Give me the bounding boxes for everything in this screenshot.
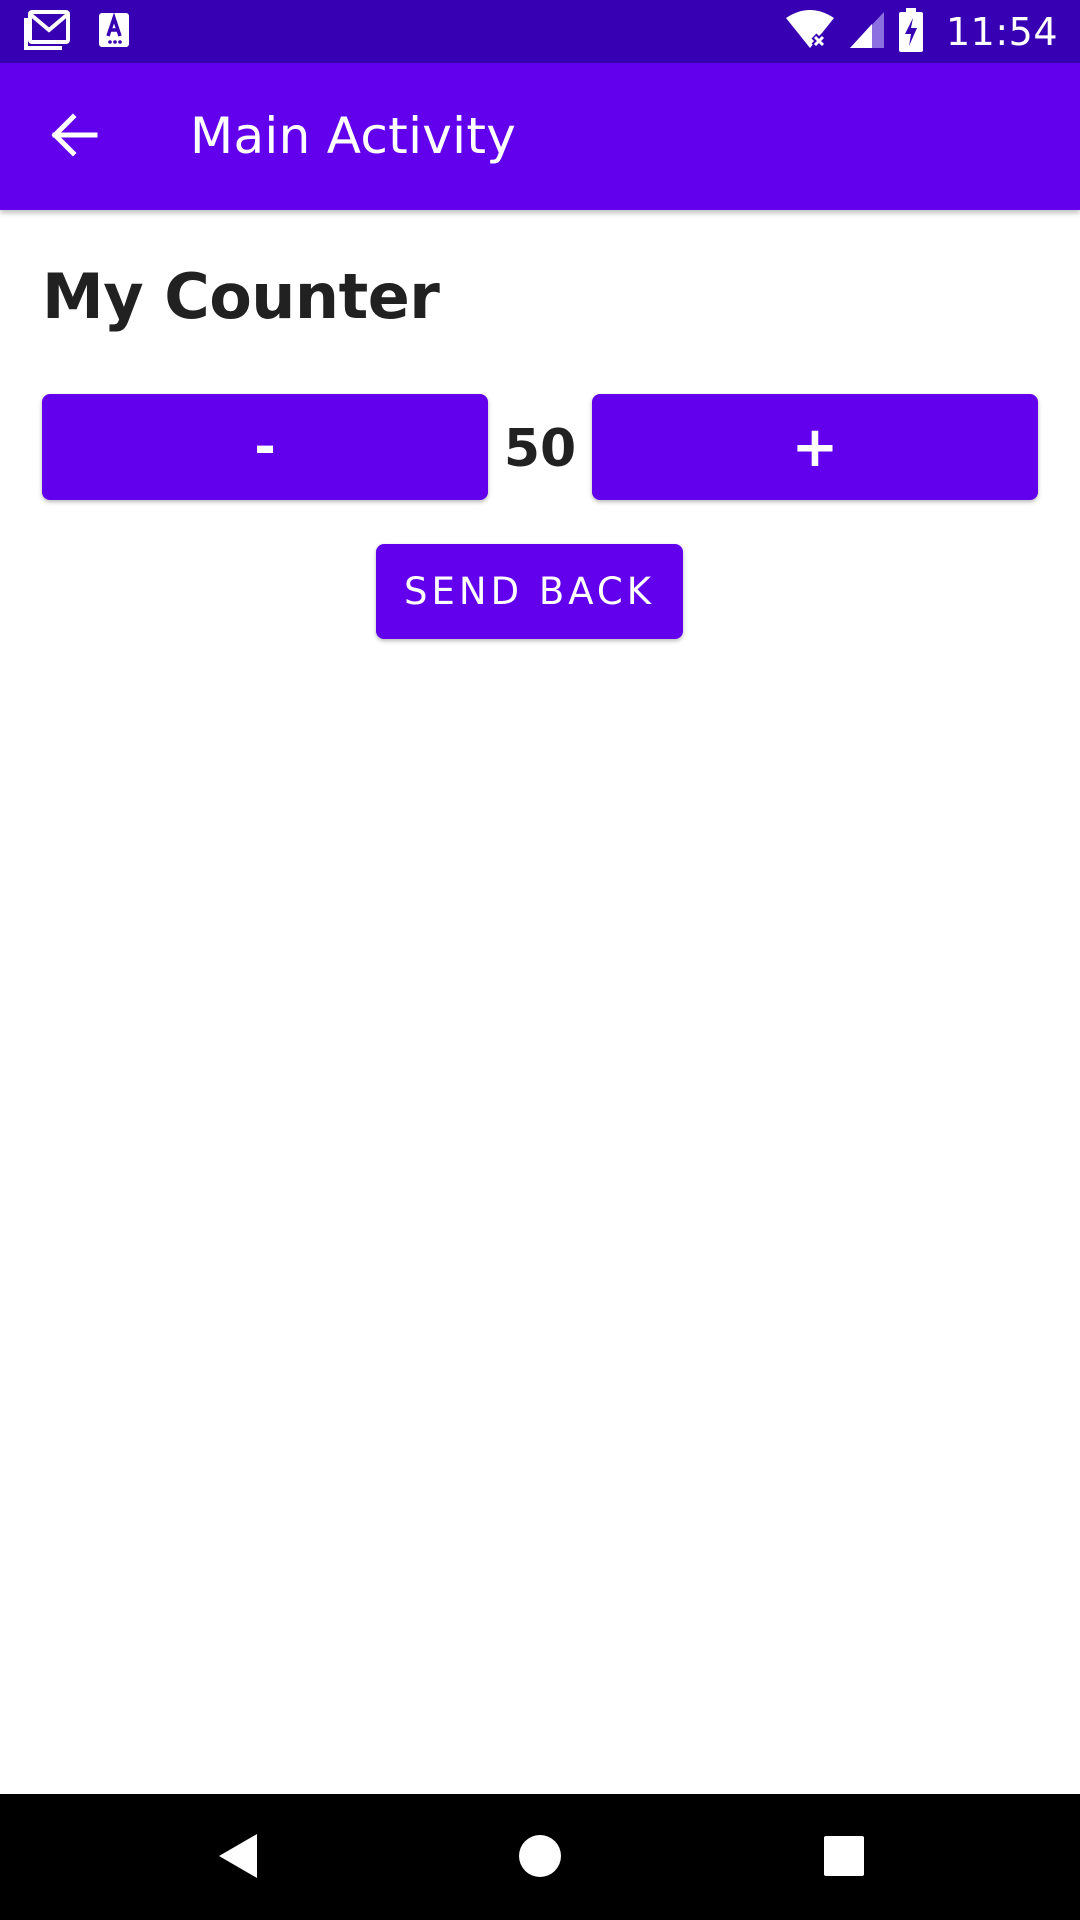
system-status-icons: 11:54 [784, 7, 1058, 57]
cell-signal-icon [848, 10, 886, 55]
app-title: Main Activity [190, 107, 517, 165]
accessibility-icon [98, 11, 130, 53]
status-bar: 11:54 [0, 0, 1080, 63]
nav-recents-icon [823, 1835, 865, 1882]
increment-button[interactable]: + [592, 394, 1038, 500]
navigation-bar [0, 1794, 1080, 1920]
counter-value: 50 [503, 419, 577, 479]
notification-icons [24, 9, 130, 55]
app-bar: Main Activity [0, 63, 1080, 210]
nav-back-icon [215, 1832, 261, 1885]
nav-home-button[interactable] [500, 1818, 580, 1898]
arrow-back-icon [49, 112, 99, 162]
page-title: My Counter [42, 260, 440, 333]
back-button[interactable] [24, 87, 124, 187]
main-content: My Counter - 50 + SEND BACK [0, 210, 1080, 1794]
decrement-button[interactable]: - [42, 394, 488, 500]
wifi-icon [784, 9, 836, 55]
send-back-button[interactable]: SEND BACK [376, 544, 683, 639]
nav-recents-button[interactable] [804, 1818, 884, 1898]
battery-charging-icon [898, 7, 924, 57]
nav-back-button[interactable] [198, 1818, 278, 1898]
gmail-icon [24, 9, 72, 55]
nav-home-icon [517, 1833, 563, 1884]
counter-row: - 50 + [42, 394, 1038, 500]
status-time: 11:54 [945, 10, 1058, 54]
